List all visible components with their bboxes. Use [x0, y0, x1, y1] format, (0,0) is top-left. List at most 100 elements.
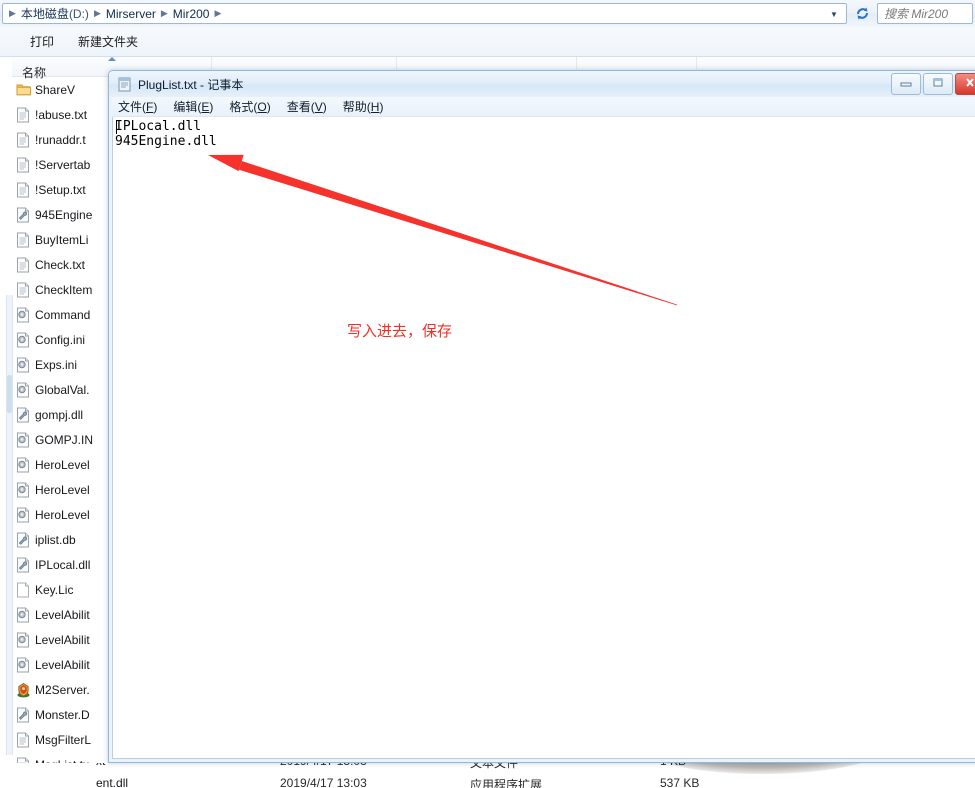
- file-name: xt: [96, 763, 105, 768]
- ini-file-icon: [16, 482, 30, 498]
- text-file-icon: [16, 232, 30, 248]
- file-name: !Servertab: [35, 157, 91, 172]
- dll-file-icon: [16, 407, 30, 423]
- file-name: !runaddr.t: [35, 132, 86, 147]
- file-name: Config.ini: [35, 332, 86, 347]
- notepad-text-area[interactable]: IPLocal.dll 945Engine.dll: [112, 117, 975, 759]
- notepad-title-bar[interactable]: PlugList.txt - 记事本: [109, 71, 975, 97]
- annotation-note: 写入进去，保存: [347, 322, 453, 340]
- file-name: HeroLevel: [35, 457, 90, 472]
- file-name: HeroLevel: [35, 482, 90, 497]
- close-button[interactable]: [955, 73, 975, 95]
- notepad-menu-bar: 文件(F) 编辑(E) 格式(O) 查看(V) 帮助(H): [112, 97, 975, 117]
- file-type: 应用程序扩展: [470, 778, 543, 788]
- menu-label: 编辑: [173, 100, 198, 114]
- file-name: !Setup.txt: [35, 182, 86, 197]
- m2server-app-icon: [16, 682, 30, 698]
- print-button[interactable]: 打印: [20, 30, 64, 53]
- menu-item-f[interactable]: 文件(F): [118, 98, 157, 115]
- file-name: Check.txt: [35, 257, 86, 272]
- file-name: gompj.dll: [35, 407, 84, 422]
- text-file-icon: [16, 107, 30, 123]
- window-controls: [891, 73, 975, 95]
- sort-ascending-icon: [107, 57, 116, 61]
- breadcrumb-drive-label: 本地磁盘: [20, 7, 69, 21]
- dll-file-icon: [16, 557, 30, 573]
- file-name: Key.Lic: [35, 582, 74, 597]
- menu-item-h[interactable]: 帮助(H): [343, 98, 384, 115]
- dll-file-icon: [16, 532, 30, 548]
- menu-label: 文件: [118, 100, 143, 114]
- scrollbar-vertical[interactable]: [6, 295, 13, 755]
- new-folder-button[interactable]: 新建文件夹: [68, 30, 148, 53]
- file-name: Monster.D: [35, 707, 90, 722]
- breadcrumb-sep-icon: ▶: [93, 8, 101, 18]
- breadcrumb-sep-icon: ▶: [214, 8, 222, 18]
- explorer-toolbar: 打印 新建文件夹: [0, 27, 975, 57]
- file-name: ShareV: [35, 82, 76, 97]
- refresh-icon[interactable]: [851, 3, 873, 24]
- dll-file-icon: [16, 207, 30, 223]
- minimize-icon: [900, 77, 912, 91]
- file-name: LevelAbilit: [35, 632, 90, 647]
- menu-accel: E: [201, 100, 210, 114]
- file-date: 2019/4/17 13:03: [280, 776, 367, 788]
- menu-item-o[interactable]: 格式(O): [229, 98, 270, 115]
- search-placeholder: 搜索 Mir200: [884, 7, 949, 21]
- breadcrumb-item-drive[interactable]: 本地磁盘 (D:): [18, 4, 92, 23]
- file-name: !abuse.txt: [35, 107, 88, 122]
- maximize-icon: [932, 77, 944, 91]
- breadcrumb-item-mirserver[interactable]: Mirserver: [103, 4, 159, 23]
- address-bar: ▶ 本地磁盘 (D:) ▶ Mirserver ▶ Mir200 ▶ ▼ 搜索 …: [0, 0, 975, 28]
- ini-file-icon: [16, 432, 30, 448]
- breadcrumb-item-mir200[interactable]: Mir200: [170, 4, 213, 23]
- partial-file-rows: xt 2019/4/17 13:03 文本文件 1 KB ent.dll 201…: [0, 763, 975, 788]
- ini-file-icon: [16, 382, 30, 398]
- breadcrumb-sep-icon: ▶: [160, 8, 168, 18]
- table-row[interactable]: ent.dll 2019/4/17 13:03 应用程序扩展 537 KB: [0, 776, 975, 788]
- menu-label: 查看: [286, 100, 311, 114]
- file-name: Exps.ini: [35, 357, 78, 372]
- minimize-button[interactable]: [891, 73, 921, 95]
- ini-file-icon: [16, 607, 30, 623]
- blank-file-icon: [16, 582, 30, 598]
- notepad-content: IPLocal.dll 945Engine.dll: [115, 119, 217, 149]
- scrollbar-thumb[interactable]: [7, 375, 12, 413]
- table-row[interactable]: xt 2019/4/17 13:03 文本文件 1 KB: [0, 763, 975, 772]
- file-name: LevelAbilit: [35, 657, 90, 672]
- notepad-title-text: PlugList.txt - 记事本: [138, 77, 244, 92]
- ini-file-icon: [16, 332, 30, 348]
- file-name: iplist.db: [35, 532, 76, 547]
- chevron-down-icon[interactable]: ▼: [824, 5, 844, 24]
- file-name: GOMPJ.IN: [35, 432, 94, 447]
- folder-icon: [16, 82, 31, 98]
- file-name: ent.dll: [96, 776, 129, 788]
- ini-file-icon: [16, 457, 30, 473]
- menu-accel: F: [146, 100, 154, 114]
- file-date: 2019/4/17 13:03: [280, 763, 367, 768]
- file-size: 1 KB: [660, 763, 686, 768]
- file-name: M2Server.: [35, 682, 90, 697]
- breadcrumb-sep-icon: ▶: [9, 8, 16, 18]
- text-file-icon: [16, 157, 30, 173]
- address-field[interactable]: ▶ 本地磁盘 (D:) ▶ Mirserver ▶ Mir200 ▶ ▼: [2, 3, 847, 24]
- menu-label: 格式: [229, 100, 254, 114]
- menu-label: 帮助: [342, 100, 367, 114]
- column-header-name-label: 名称: [22, 66, 47, 80]
- search-input[interactable]: 搜索 Mir200: [877, 3, 973, 24]
- ini-file-icon: [16, 657, 30, 673]
- file-size: 537 KB: [660, 776, 700, 788]
- file-name: LevelAbilit: [35, 607, 90, 622]
- menu-item-v[interactable]: 查看(V): [287, 98, 327, 115]
- dll-file-icon: [16, 707, 30, 723]
- file-name: BuyItemLi: [35, 232, 89, 247]
- ini-file-icon: [16, 632, 30, 648]
- close-icon: [964, 77, 975, 91]
- menu-item-e[interactable]: 编辑(E): [173, 98, 213, 115]
- file-name: HeroLevel: [35, 507, 90, 522]
- file-name: Command: [35, 307, 91, 322]
- text-file-icon: [16, 257, 30, 273]
- maximize-button[interactable]: [923, 73, 953, 95]
- menu-accel: H: [370, 100, 380, 114]
- file-name: GlobalVal.: [35, 382, 90, 397]
